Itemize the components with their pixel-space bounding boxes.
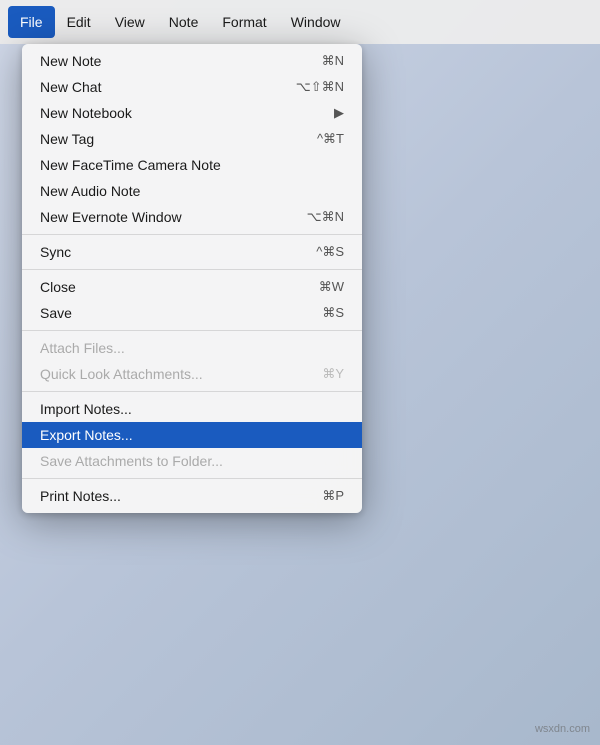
menu-item-export-notes[interactable]: Export Notes... xyxy=(22,422,362,448)
menu-note[interactable]: Note xyxy=(157,6,211,38)
menu-item-new-evernote-window[interactable]: New Evernote Window ⌥⌘N xyxy=(22,204,362,230)
menu-item-print-notes-label: Print Notes... xyxy=(40,488,322,504)
menu-bar: File Edit View Note Format Window xyxy=(0,0,600,44)
menu-item-new-audio-label: New Audio Note xyxy=(40,183,344,199)
menu-item-new-note[interactable]: New Note ⌘N xyxy=(22,48,362,74)
menu-item-save[interactable]: Save ⌘S xyxy=(22,300,362,326)
menu-item-sync[interactable]: Sync ^⌘S xyxy=(22,239,362,265)
menu-item-export-notes-label: Export Notes... xyxy=(40,427,344,443)
menu-item-new-chat-label: New Chat xyxy=(40,79,296,95)
menu-item-quick-look-label: Quick Look Attachments... xyxy=(40,366,322,382)
separator-2 xyxy=(22,269,362,270)
menu-item-new-facetime-label: New FaceTime Camera Note xyxy=(40,157,344,173)
menu-item-close-label: Close xyxy=(40,279,319,295)
menu-item-new-notebook-arrow: ▶ xyxy=(334,105,344,121)
menu-item-new-tag-label: New Tag xyxy=(40,131,317,147)
separator-1 xyxy=(22,234,362,235)
menu-item-import-notes-label: Import Notes... xyxy=(40,401,344,417)
menu-item-quick-look: Quick Look Attachments... ⌘Y xyxy=(22,361,362,387)
menu-item-attach-files-label: Attach Files... xyxy=(40,340,344,356)
menu-item-sync-label: Sync xyxy=(40,244,316,260)
watermark: wsxdn.com xyxy=(535,723,590,735)
menu-item-new-evernote-window-shortcut: ⌥⌘N xyxy=(307,209,344,225)
menu-item-save-attachments: Save Attachments to Folder... xyxy=(22,448,362,474)
menu-item-attach-files: Attach Files... xyxy=(22,335,362,361)
separator-3 xyxy=(22,330,362,331)
menu-item-new-chat-shortcut: ⌥⇧⌘N xyxy=(296,79,344,95)
menu-edit[interactable]: Edit xyxy=(55,6,103,38)
menu-item-new-notebook[interactable]: New Notebook ▶ xyxy=(22,100,362,126)
menu-item-sync-shortcut: ^⌘S xyxy=(316,244,344,260)
menu-item-quick-look-shortcut: ⌘Y xyxy=(322,366,344,382)
menu-format[interactable]: Format xyxy=(210,6,278,38)
menu-item-close-shortcut: ⌘W xyxy=(319,279,344,295)
menu-item-new-chat[interactable]: New Chat ⌥⇧⌘N xyxy=(22,74,362,100)
menu-item-print-notes[interactable]: Print Notes... ⌘P xyxy=(22,483,362,509)
menu-item-new-tag[interactable]: New Tag ^⌘T xyxy=(22,126,362,152)
menu-item-save-shortcut: ⌘S xyxy=(322,305,344,321)
menu-item-new-evernote-window-label: New Evernote Window xyxy=(40,209,307,225)
menu-item-save-label: Save xyxy=(40,305,322,321)
menu-item-new-notebook-label: New Notebook xyxy=(40,105,334,121)
menu-file[interactable]: File xyxy=(8,6,55,38)
menu-item-new-facetime[interactable]: New FaceTime Camera Note xyxy=(22,152,362,178)
separator-5 xyxy=(22,478,362,479)
menu-item-print-notes-shortcut: ⌘P xyxy=(322,488,344,504)
menu-item-close[interactable]: Close ⌘W xyxy=(22,274,362,300)
menu-item-import-notes[interactable]: Import Notes... xyxy=(22,396,362,422)
file-dropdown-menu: New Note ⌘N New Chat ⌥⇧⌘N New Notebook ▶… xyxy=(22,44,362,513)
menu-item-new-tag-shortcut: ^⌘T xyxy=(317,131,344,147)
menu-window[interactable]: Window xyxy=(279,6,353,38)
menu-item-new-audio[interactable]: New Audio Note xyxy=(22,178,362,204)
menu-view[interactable]: View xyxy=(103,6,157,38)
menu-item-new-note-shortcut: ⌘N xyxy=(322,53,344,69)
separator-4 xyxy=(22,391,362,392)
menu-item-save-attachments-label: Save Attachments to Folder... xyxy=(40,453,344,469)
menu-item-new-note-label: New Note xyxy=(40,53,322,69)
